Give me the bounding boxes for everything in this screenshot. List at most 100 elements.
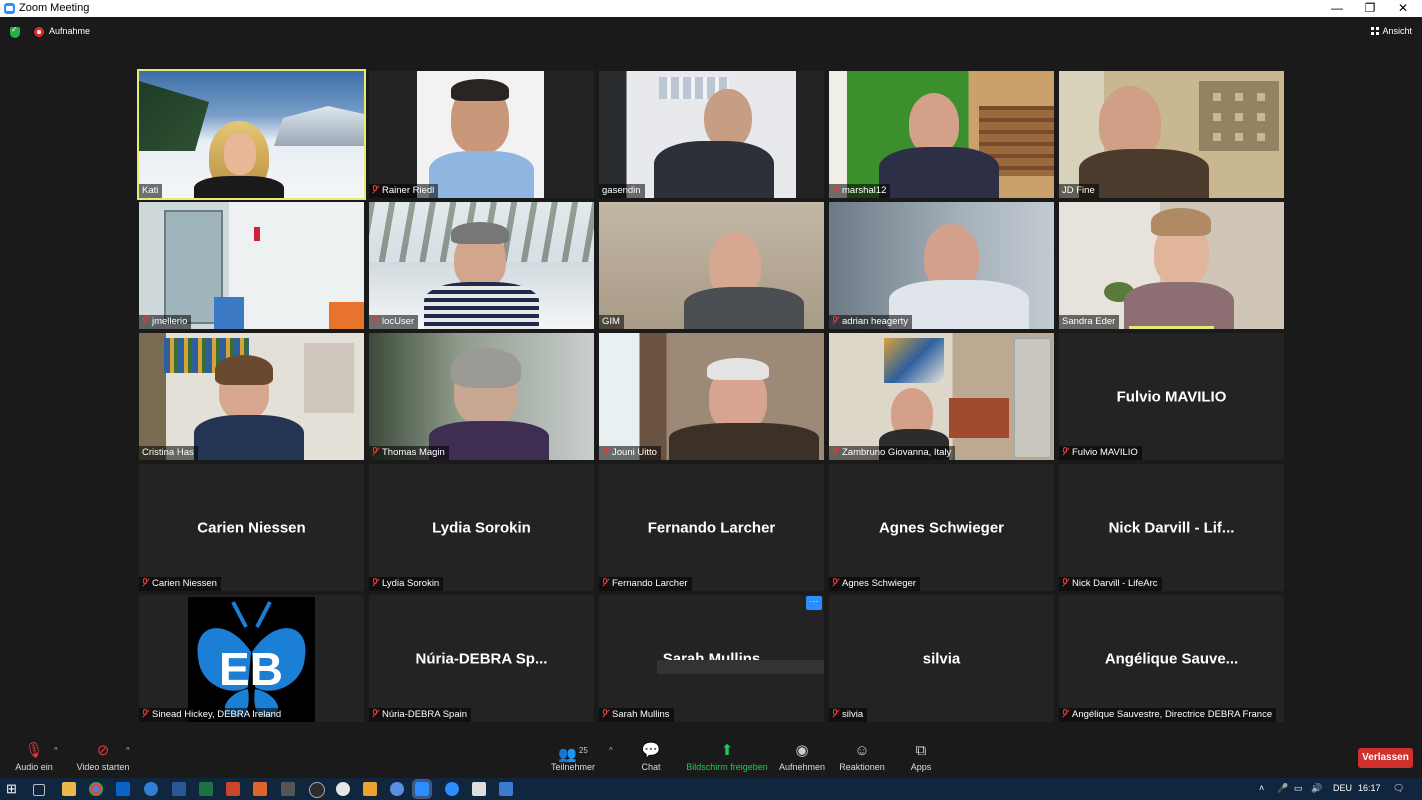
video-tile-jmellerio[interactable]: jmellerio — [139, 202, 364, 329]
participants-options-caret-icon[interactable]: ^ — [609, 746, 613, 755]
share-label: Bildschirm freigeben — [686, 762, 768, 772]
logo-tile-sinead-hickey[interactable]: EB Sinead Hickey, DEBRA Ireland — [139, 595, 364, 722]
name-tile-sarah-mullins[interactable]: Sarah Mullins ··· Sarah Mullins — [599, 595, 824, 722]
video-label: Video starten — [76, 762, 130, 772]
name-tile-nuria-debra-spain[interactable]: Núria-DEBRA Sp... Núria-DEBRA Spain — [369, 595, 594, 722]
windows-taskbar: ⊞ ˄ 🎤 ▭ 🔊 DEU 16:17 🗨 — [0, 778, 1422, 800]
share-screen-button[interactable]: ⬆ Bildschirm freigeben — [684, 742, 770, 772]
app-icon-white[interactable] — [472, 782, 486, 796]
video-tile-jd-fine[interactable]: JD Fine — [1059, 71, 1284, 198]
powerpoint-icon[interactable] — [226, 782, 240, 796]
reactions-label: Reaktionen — [839, 762, 885, 772]
participant-display-name: Núria-DEBRA Sp... — [415, 650, 548, 667]
more-options-button[interactable]: ··· — [806, 596, 822, 610]
participant-display-name: Lydia Sorokin — [432, 519, 531, 536]
participant-name-label: Zambruno Giovanna, Italy — [829, 446, 956, 460]
record-button[interactable]: ◉ Aufnehmen — [776, 742, 828, 772]
reactions-button[interactable]: ☺ Reaktionen — [836, 742, 888, 772]
app-icon-chat[interactable] — [445, 782, 459, 796]
name-tile-agnes-schwieger[interactable]: Agnes Schwieger Agnes Schwieger — [829, 464, 1054, 591]
apps-button[interactable]: ⧉ Apps — [902, 742, 940, 772]
participant-display-name: Nick Darvill - Lif... — [1108, 519, 1235, 536]
svg-text:EB: EB — [219, 643, 283, 695]
participants-label: Teilnehmer — [550, 762, 596, 772]
restore-button[interactable]: ❐ — [1355, 0, 1385, 17]
name-tile-angelique-sauvestre[interactable]: Angélique Sauve... Angélique Sauvestre, … — [1059, 595, 1284, 722]
app-icon-circle[interactable] — [309, 782, 325, 798]
video-button[interactable]: ⊘ Video starten — [74, 742, 132, 772]
video-tile-thomas-magin[interactable]: Thomas Magin — [369, 333, 594, 460]
debra-butterfly-logo: EB — [188, 597, 315, 722]
record-icon: ◉ — [795, 742, 809, 759]
video-tile-locuser[interactable]: locUser — [369, 202, 594, 329]
video-tile-marshal12[interactable]: marshal12 — [829, 71, 1054, 198]
video-tile-sandra-eder[interactable]: Sandra Eder — [1059, 202, 1284, 329]
name-tile-lydia-sorokin[interactable]: Lydia Sorokin Lydia Sorokin — [369, 464, 594, 591]
file-explorer-icon[interactable] — [62, 782, 76, 796]
muted-mic-icon — [1062, 447, 1068, 456]
network-tray-icon[interactable]: ▭ — [1294, 783, 1303, 794]
participant-name-label: Sandra Eder — [1059, 315, 1120, 329]
app-icon-orange[interactable] — [253, 782, 267, 796]
app-icon-disc[interactable] — [336, 782, 350, 796]
video-feed — [599, 71, 824, 198]
view-button[interactable]: Ansicht — [1371, 26, 1412, 36]
task-view-icon[interactable] — [33, 784, 45, 796]
video-tile-zambruno-giovanna[interactable]: Zambruno Giovanna, Italy — [829, 333, 1054, 460]
app-icon-blue[interactable] — [390, 782, 404, 796]
participants-button[interactable]: 👥 25 Teilnehmer — [545, 742, 601, 772]
share-screen-icon: ⬆ — [720, 742, 734, 759]
video-tile-cristina-has[interactable]: Cristina Has — [139, 333, 364, 460]
windows-start-icon[interactable]: ⊞ — [6, 782, 20, 796]
outlook-icon[interactable] — [116, 782, 130, 796]
input-language[interactable]: DEU — [1333, 783, 1352, 793]
video-tile-rainer-riedl[interactable]: Rainer Riedl — [369, 71, 594, 198]
participant-name-label: gasendin — [599, 184, 645, 198]
notifications-icon[interactable]: 🗨 — [1393, 783, 1404, 794]
video-tile-gim[interactable]: GIM — [599, 202, 824, 329]
leave-meeting-button[interactable]: Verlassen — [1358, 748, 1413, 768]
edge-icon[interactable] — [144, 782, 158, 796]
app-icon-7zip[interactable] — [281, 782, 295, 796]
security-shield-icon[interactable] — [10, 25, 20, 38]
video-tile-jouni-uitto[interactable]: Jouni Uitto — [599, 333, 824, 460]
name-tile-silvia[interactable]: silvia silvia — [829, 595, 1054, 722]
participant-display-name: silvia — [922, 650, 961, 667]
volume-tray-icon[interactable]: 🔊 — [1311, 783, 1322, 794]
video-feed — [369, 202, 594, 329]
word-icon[interactable] — [172, 782, 186, 796]
video-tile-gasendin[interactable]: gasendin — [599, 71, 824, 198]
close-button[interactable]: ✕ — [1388, 0, 1418, 17]
muted-mic-icon — [602, 447, 608, 456]
meeting-toolbar: 🎙 Audio ein ^ ⊘ Video starten ^ 👥 25 Teil… — [0, 735, 1422, 778]
participant-display-name: Carien Niessen — [197, 519, 306, 536]
app-icon-window[interactable] — [499, 782, 513, 796]
chat-button[interactable]: 💬 Chat — [632, 742, 670, 772]
muted-mic-icon — [832, 578, 838, 587]
name-tile-nick-darvill[interactable]: Nick Darvill - Lif... Nick Darvill - Lif… — [1059, 464, 1284, 591]
muted-mic-icon — [142, 316, 148, 325]
video-tile-kati[interactable]: Kati — [137, 69, 366, 200]
name-tile-fulvio-mavilio[interactable]: Fulvio MAVILIO Fulvio MAVILIO — [1059, 333, 1284, 460]
video-options-caret-icon[interactable]: ^ — [126, 746, 130, 755]
video-feed — [139, 71, 364, 198]
audio-button[interactable]: 🎙 Audio ein — [12, 742, 56, 772]
muted-mic-icon — [832, 185, 838, 194]
view-label: Ansicht — [1382, 26, 1412, 36]
clock[interactable]: 16:17 — [1358, 783, 1381, 793]
name-tile-fernando-larcher[interactable]: Fernando Larcher Fernando Larcher — [599, 464, 824, 591]
minimize-button[interactable]: — — [1322, 0, 1352, 17]
zoom-taskbar-icon[interactable] — [412, 779, 432, 799]
microphone-tray-icon[interactable]: 🎤 — [1277, 783, 1288, 794]
audio-options-caret-icon[interactable]: ^ — [54, 746, 58, 755]
hover-tooltip-strip — [657, 660, 824, 674]
participant-name-label: Jouni Uitto — [599, 446, 661, 460]
recording-icon[interactable] — [34, 27, 44, 37]
app-icon-butterfly[interactable] — [363, 782, 377, 796]
tray-expand-icon[interactable]: ˄ — [1259, 783, 1264, 793]
excel-icon[interactable] — [199, 782, 213, 796]
video-tile-adrian-heagerty[interactable]: adrian heagerty — [829, 202, 1054, 329]
name-tile-carien-niessen[interactable]: Carien Niessen Carien Niessen — [139, 464, 364, 591]
window-title: Zoom Meeting — [19, 2, 90, 14]
chrome-icon[interactable] — [89, 782, 103, 796]
